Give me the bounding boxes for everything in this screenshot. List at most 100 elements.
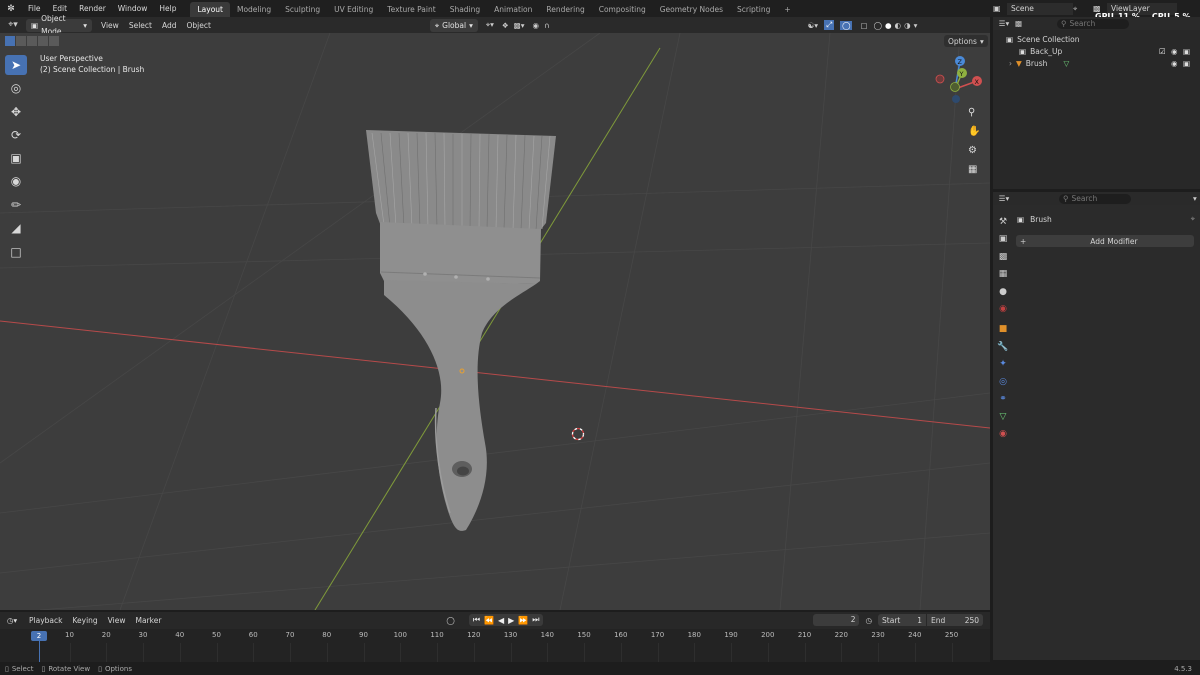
pin-icon[interactable]: ⌖: [1191, 214, 1195, 224]
tool-properties-icon[interactable]: ⚒: [995, 214, 1011, 229]
scene-properties-icon[interactable]: ●: [995, 284, 1011, 299]
cursor-tool-icon[interactable]: ◎: [5, 78, 27, 98]
menu-keying[interactable]: Keying: [67, 614, 102, 627]
scale-tool-icon[interactable]: ▣: [5, 148, 27, 168]
jump-start-icon[interactable]: ⏮: [473, 615, 480, 625]
tab-texture-paint[interactable]: Texture Paint: [380, 2, 442, 17]
snap-icon[interactable]: ❖: [502, 21, 509, 30]
chevron-right-icon[interactable]: ›: [1009, 59, 1012, 68]
falloff-icon[interactable]: ∩: [544, 21, 550, 30]
menu-timeline-view[interactable]: View: [103, 614, 131, 627]
menu-add[interactable]: Add: [157, 19, 182, 32]
next-keyframe-icon[interactable]: ⏩: [518, 616, 528, 625]
camera-icon[interactable]: ▣: [1183, 59, 1190, 68]
mode-selector[interactable]: ▣ Object Mode ▾: [26, 14, 92, 36]
perspective-toggle-icon[interactable]: ▦: [968, 164, 984, 183]
visibility-icon[interactable]: ☯▾: [808, 21, 819, 30]
frame-ruler[interactable]: 10 20 30 40 50 60 70 80 90 100 110 120 130 140 150 160 1…: [0, 629, 990, 662]
scene-icon[interactable]: ▣: [993, 4, 1007, 13]
tab-rendering[interactable]: Rendering: [539, 2, 591, 17]
tab-scripting[interactable]: Scripting: [730, 2, 777, 17]
camera-view-icon[interactable]: ⚙: [968, 145, 984, 164]
material-shading-icon[interactable]: ◐: [895, 21, 902, 30]
rotate-tool-icon[interactable]: ⟳: [5, 125, 27, 145]
gizmo-toggle-icon[interactable]: ⤢: [824, 20, 835, 30]
tab-shading[interactable]: Shading: [443, 2, 487, 17]
annotate-tool-icon[interactable]: ✏: [5, 195, 27, 215]
auto-keying-icon[interactable]: ◯: [446, 616, 454, 625]
tab-layout[interactable]: Layout: [190, 2, 230, 17]
select-tool-icon[interactable]: ➤: [5, 55, 27, 75]
select-box-icon[interactable]: [5, 35, 15, 46]
tab-compositing[interactable]: Compositing: [592, 2, 653, 17]
current-frame-field[interactable]: 2: [813, 614, 860, 626]
outliner-root[interactable]: ▣ Scene Collection: [993, 33, 1200, 45]
menu-select[interactable]: Select: [124, 19, 157, 32]
xray-toggle-icon[interactable]: ▢: [860, 21, 867, 30]
outliner-editor-icon[interactable]: ☰▾: [993, 19, 1015, 28]
play-icon[interactable]: ▶: [508, 616, 514, 625]
eye-icon[interactable]: ◉: [1171, 47, 1178, 56]
pan-hand-icon[interactable]: ✋: [968, 126, 984, 145]
data-properties-icon[interactable]: ▽: [995, 409, 1011, 424]
proportional-edit-icon[interactable]: ◉: [533, 21, 540, 30]
modifier-properties-icon[interactable]: 🔧: [995, 339, 1011, 354]
tab-uv-editing[interactable]: UV Editing: [327, 2, 380, 17]
material-properties-icon[interactable]: ◉: [995, 427, 1011, 442]
eye-icon[interactable]: ◉: [1171, 59, 1178, 68]
wireframe-shading-icon[interactable]: ◯: [874, 21, 882, 30]
measure-tool-icon[interactable]: ◢: [5, 218, 27, 238]
3d-cursor-icon[interactable]: [571, 427, 585, 441]
menu-object[interactable]: Object: [181, 19, 215, 32]
chevron-down-icon[interactable]: ▾: [1193, 194, 1197, 203]
solid-shading-icon[interactable]: ●: [885, 21, 892, 30]
constraints-properties-icon[interactable]: ⚭: [995, 392, 1011, 407]
outliner-item-brush[interactable]: › ▼ Brush ▽ ◉ ▣: [993, 57, 1200, 69]
object-properties-icon[interactable]: ■: [995, 322, 1011, 337]
blender-logo-icon[interactable]: ✼: [0, 4, 22, 14]
transform-tool-icon[interactable]: ◉: [5, 171, 27, 191]
snap-target-icon[interactable]: ▩▾: [514, 21, 525, 30]
menu-marker[interactable]: Marker: [130, 614, 166, 627]
render-properties-icon[interactable]: ▣: [995, 232, 1011, 247]
view-layer-properties-icon[interactable]: ▦: [995, 267, 1011, 282]
end-frame-field[interactable]: End 250: [927, 614, 984, 626]
particles-properties-icon[interactable]: ✦: [995, 357, 1011, 372]
properties-search-input[interactable]: ⚲ Search: [1059, 193, 1131, 204]
editor-type-icon[interactable]: ⌖▾: [0, 20, 26, 30]
tab-animation[interactable]: Animation: [487, 2, 539, 17]
prev-keyframe-icon[interactable]: ⏪: [484, 616, 494, 625]
outliner-item-back-up[interactable]: ▣ Back_Up ☑ ◉ ▣: [993, 45, 1200, 57]
camera-icon[interactable]: ▣: [1183, 47, 1190, 56]
preview-range-icon[interactable]: ◷: [865, 616, 872, 625]
scene-name[interactable]: Scene: [1007, 2, 1073, 15]
select-extend-icon[interactable]: [16, 35, 26, 46]
select-intersect-icon[interactable]: [49, 35, 59, 46]
rendered-shading-icon[interactable]: ◑: [904, 21, 911, 30]
move-tool-icon[interactable]: ✥: [5, 102, 27, 122]
checkbox-icon[interactable]: ☑: [1159, 47, 1166, 56]
physics-properties-icon[interactable]: ◎: [995, 374, 1011, 389]
tab-geometry-nodes[interactable]: Geometry Nodes: [653, 2, 730, 17]
outliner-filter-icon[interactable]: ▩: [1015, 19, 1029, 28]
add-cube-tool-icon[interactable]: □: [5, 242, 27, 262]
3d-viewport[interactable]: X Y Z User Perspective (2) Scene Collect…: [0, 33, 990, 610]
play-reverse-icon[interactable]: ◀: [498, 616, 504, 625]
timeline-editor-icon[interactable]: ◷▾: [0, 616, 24, 625]
menu-window[interactable]: Window: [112, 0, 154, 17]
menu-view[interactable]: View: [96, 19, 124, 32]
select-subtract-icon[interactable]: [27, 35, 37, 46]
properties-editor-icon[interactable]: ☰▾: [993, 194, 1015, 203]
transform-orientation-selector[interactable]: ⌖ Global ▾: [429, 18, 478, 32]
world-properties-icon[interactable]: ◉: [995, 302, 1011, 317]
zoom-icon[interactable]: ⚲: [968, 107, 984, 126]
tab-sculpting[interactable]: Sculpting: [278, 2, 327, 17]
start-frame-field[interactable]: Start 1: [878, 614, 927, 626]
playhead-frame-label[interactable]: 2: [31, 631, 47, 641]
menu-help[interactable]: Help: [153, 0, 182, 17]
add-modifier-button[interactable]: + Add Modifier: [1016, 235, 1194, 247]
brush-model[interactable]: [366, 130, 556, 531]
select-invert-icon[interactable]: [38, 35, 48, 46]
add-workspace-button[interactable]: +: [777, 2, 797, 17]
viewport-options-button[interactable]: Options ▾: [944, 35, 988, 47]
